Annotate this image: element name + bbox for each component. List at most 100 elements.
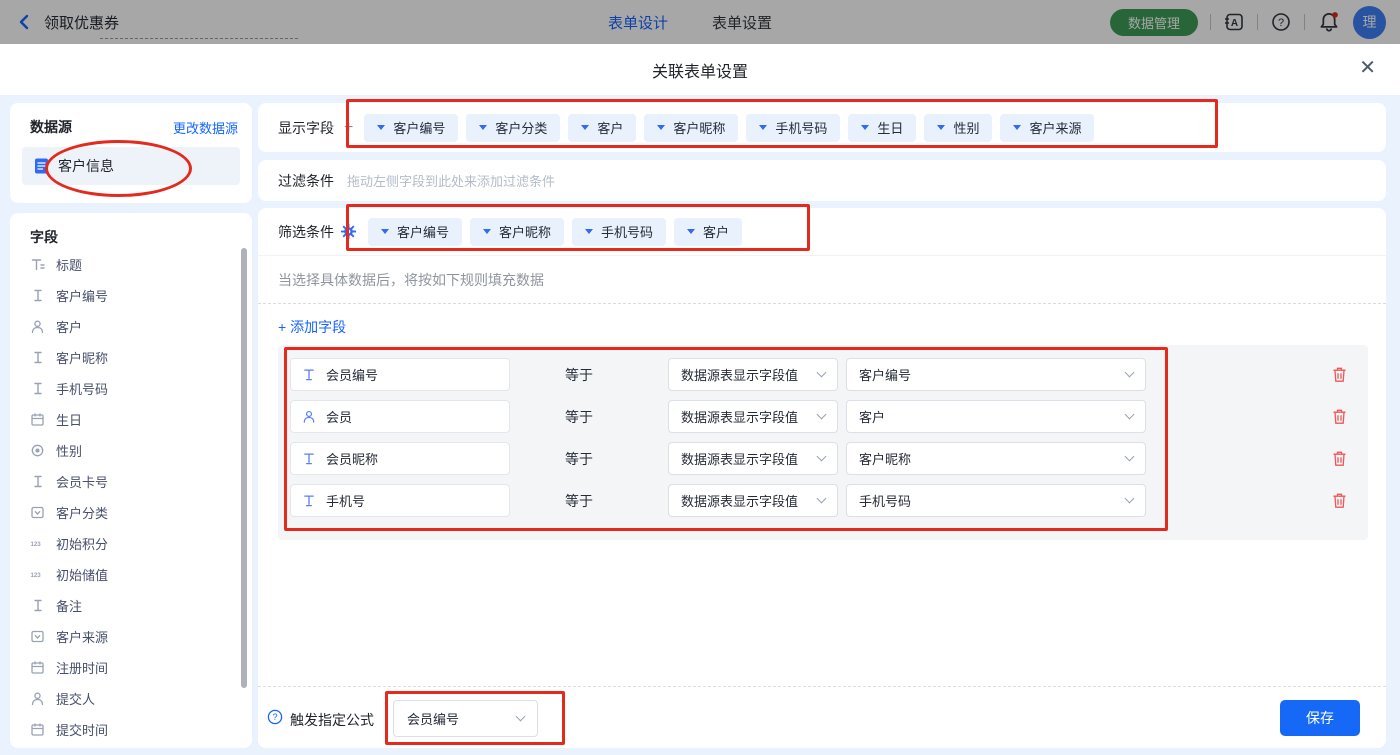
source-type-select[interactable]: 数据源表显示字段值	[668, 400, 838, 433]
source-field-select[interactable]: 手机号码	[846, 484, 1146, 517]
chevron-down-icon	[817, 452, 827, 462]
field-item[interactable]: 123 初始积分	[10, 528, 252, 559]
chevron-down-icon	[581, 125, 589, 130]
field-item[interactable]: 123 初始储值	[10, 559, 252, 590]
user-field-icon	[302, 409, 316, 424]
svg-text:123: 123	[30, 572, 41, 579]
field-label: 客户昵称	[56, 348, 108, 367]
field-chip[interactable]: 手机号码	[746, 114, 840, 142]
gear-icon[interactable]	[341, 224, 356, 239]
text-field-icon	[30, 474, 45, 489]
close-icon[interactable]: ✕	[1359, 58, 1376, 78]
display-fields-label: 显示字段	[278, 118, 334, 138]
delete-rule-icon[interactable]	[1332, 492, 1348, 510]
fill-rule-row: 会员编号 等于 数据源表显示字段值 客户编号	[278, 358, 1368, 391]
source-field-select[interactable]: 客户	[846, 400, 1146, 433]
field-chip[interactable]: 性别	[924, 114, 992, 142]
fields-scrollbar[interactable]	[241, 248, 247, 688]
equals-label: 等于	[565, 442, 593, 475]
save-button[interactable]: 保存	[1280, 700, 1360, 736]
target-field-box[interactable]: 会员	[290, 400, 510, 433]
change-datasource-link[interactable]: 更改数据源	[173, 118, 238, 137]
fill-rules-panel: 会员编号 等于 数据源表显示字段值 客户编号 会员 等于 数据源表显示字段值 客…	[278, 345, 1368, 540]
delete-rule-icon[interactable]	[1332, 408, 1348, 426]
field-item[interactable]: 备注	[10, 590, 252, 621]
number-field-icon: 123	[30, 536, 45, 551]
field-chip[interactable]: 客户编号	[368, 218, 462, 246]
chevron-down-icon	[483, 229, 491, 234]
chip-label: 性别	[953, 118, 979, 137]
chevron-down-icon	[1125, 368, 1135, 378]
chip-label: 生日	[877, 118, 903, 137]
chip-label: 客户来源	[1029, 118, 1081, 137]
display-fields-row: 显示字段 + 客户编号 客户分类 客户 客户昵称 手机号码 生日 性别 客户来源	[258, 103, 1386, 152]
field-chip[interactable]: 客户来源	[1000, 114, 1094, 142]
field-chip[interactable]: 客户编号	[364, 114, 458, 142]
field-item[interactable]: 客户昵称	[10, 342, 252, 373]
source-field-select[interactable]: 客户编号	[846, 358, 1146, 391]
chevron-down-icon	[687, 229, 695, 234]
filter-condition-row: 过滤条件 拖动左侧字段到此处来添加过滤条件	[258, 160, 1386, 201]
number-field-icon: 123	[30, 567, 45, 582]
delete-rule-icon[interactable]	[1332, 366, 1348, 384]
chevron-down-icon	[516, 712, 526, 722]
select-value: 数据源表显示字段值	[681, 449, 798, 468]
source-type-select[interactable]: 数据源表显示字段值	[668, 484, 838, 517]
field-chip[interactable]: 客户昵称	[470, 218, 564, 246]
chip-label: 客户	[597, 118, 623, 137]
source-type-select[interactable]: 数据源表显示字段值	[668, 358, 838, 391]
screening-condition-label: 筛选条件	[278, 222, 334, 242]
target-field-box[interactable]: 手机号	[290, 484, 510, 517]
field-item[interactable]: 注册时间	[10, 652, 252, 683]
field-chip[interactable]: 客户昵称	[644, 114, 738, 142]
add-display-field-button[interactable]: +	[344, 119, 353, 137]
datasource-item[interactable]: 客户信息	[22, 147, 240, 185]
field-item[interactable]: 客户编号	[10, 280, 252, 311]
select-field-icon	[30, 505, 45, 520]
modal-title: 关联表单设置	[0, 44, 1400, 95]
relation-settings-panel: 筛选条件 客户编号 客户昵称	[258, 208, 1386, 748]
field-item[interactable]: 生日	[10, 404, 252, 435]
help-circle-icon[interactable]: ?	[267, 709, 283, 725]
chevron-down-icon	[861, 125, 869, 130]
field-label: 备注	[56, 596, 82, 615]
field-label: 手机号码	[56, 379, 108, 398]
chevron-down-icon	[817, 494, 827, 504]
field-item[interactable]: 会员卡号	[10, 466, 252, 497]
field-chip[interactable]: 客户	[568, 114, 636, 142]
text-field-icon	[30, 381, 45, 396]
chip-label: 客户编号	[397, 222, 449, 241]
select-value: 手机号码	[859, 491, 911, 510]
date-field-icon	[30, 660, 45, 675]
field-chip[interactable]: 客户	[674, 218, 742, 246]
chevron-down-icon	[1013, 125, 1021, 130]
user-field-icon	[30, 319, 45, 334]
delete-rule-icon[interactable]	[1332, 450, 1348, 468]
topbar: 领取优惠券 表单设计 表单设置 数据管理 A ?	[0, 0, 1400, 44]
radio-field-icon	[30, 443, 45, 458]
filter-dropzone-placeholder[interactable]: 拖动左侧字段到此处来添加过滤条件	[347, 171, 555, 190]
field-chip[interactable]: 客户分类	[466, 114, 560, 142]
source-field-select[interactable]: 客户昵称	[846, 442, 1146, 475]
field-item[interactable]: 提交人	[10, 683, 252, 714]
date-field-icon	[30, 722, 45, 737]
field-chip[interactable]: 生日	[848, 114, 916, 142]
field-item[interactable]: 客户分类	[10, 497, 252, 528]
field-item[interactable]: 客户来源	[10, 621, 252, 652]
field-item[interactable]: 性别	[10, 435, 252, 466]
chip-label: 客户昵称	[499, 222, 551, 241]
datasource-panel: 数据源 更改数据源 客户信息	[10, 103, 252, 203]
field-item[interactable]: 标题	[10, 249, 252, 280]
add-field-link[interactable]: + 添加字段	[278, 317, 346, 337]
trigger-formula-select[interactable]: 会员编号	[393, 700, 538, 737]
source-type-select[interactable]: 数据源表显示字段值	[668, 442, 838, 475]
fields-panel: 字段 标题 客户编号 客户 客户昵称 手机号码	[10, 213, 252, 748]
target-field-box[interactable]: 会员昵称	[290, 442, 510, 475]
field-item[interactable]: 提交时间	[10, 714, 252, 745]
target-field-box[interactable]: 会员编号	[290, 358, 510, 391]
target-field-label: 会员编号	[326, 365, 378, 384]
chevron-down-icon	[1125, 494, 1135, 504]
field-item[interactable]: 手机号码	[10, 373, 252, 404]
field-chip[interactable]: 手机号码	[572, 218, 666, 246]
field-item[interactable]: 客户	[10, 311, 252, 342]
